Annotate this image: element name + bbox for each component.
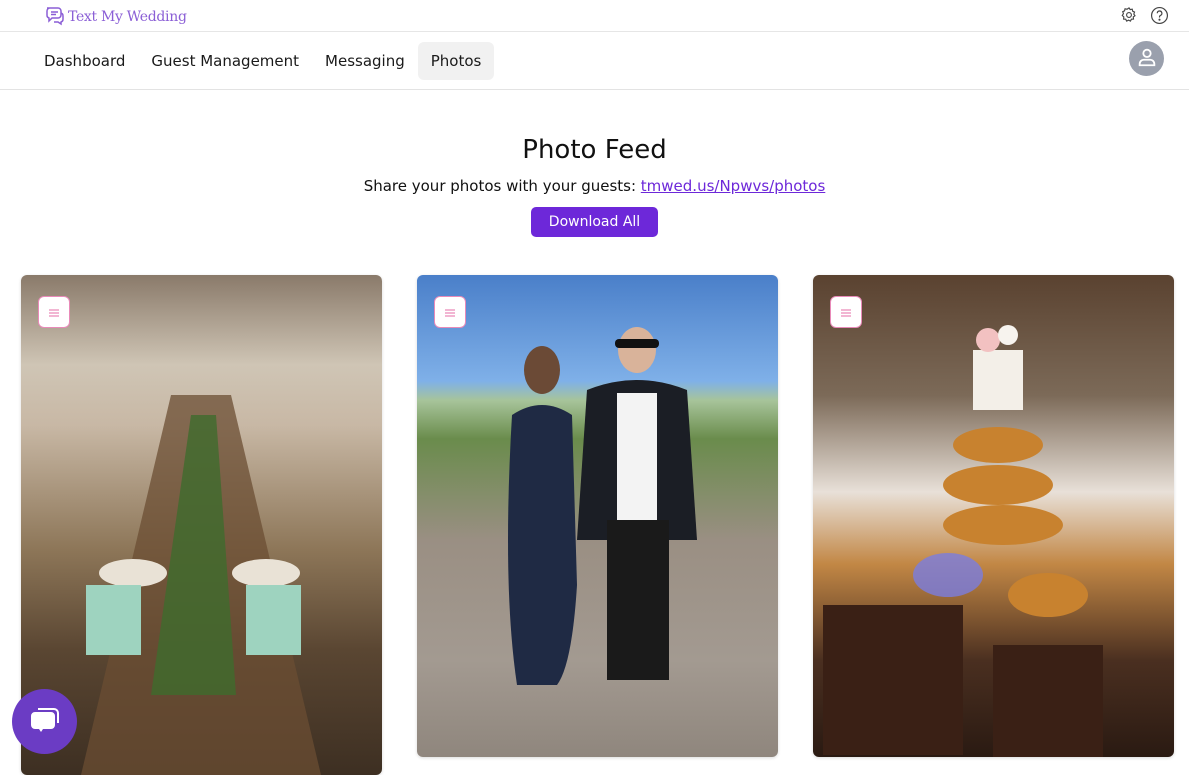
chat-icon xyxy=(29,704,61,740)
logo[interactable]: Text My Wedding xyxy=(44,4,187,30)
photo-grid xyxy=(21,275,1174,775)
share-line: Share your photos with your guests: tmwe… xyxy=(0,177,1189,195)
logo-text: Text My Wedding xyxy=(68,9,187,25)
photo-menu-button[interactable] xyxy=(38,296,70,328)
share-link[interactable]: tmwed.us/Npwvs/photos xyxy=(641,177,826,195)
download-all-button[interactable]: Download All xyxy=(530,207,659,237)
user-icon xyxy=(1136,46,1158,72)
menu-icon xyxy=(48,303,60,322)
photo-card[interactable] xyxy=(813,275,1174,757)
chat-bubbles-logo-icon xyxy=(44,4,66,30)
photo-menu-button[interactable] xyxy=(434,296,466,328)
photo-menu-button[interactable] xyxy=(830,296,862,328)
photo-card[interactable] xyxy=(21,275,382,775)
photo-dessert-table xyxy=(823,325,1103,757)
share-text: Share your photos with your guests: xyxy=(363,177,637,195)
nav-photos[interactable]: Photos xyxy=(417,41,495,80)
nav-messaging[interactable]: Messaging xyxy=(312,42,418,80)
photo-card[interactable] xyxy=(417,275,778,757)
gear-icon[interactable] xyxy=(1119,5,1139,25)
avatar[interactable] xyxy=(1129,41,1164,76)
menu-icon xyxy=(840,303,852,322)
nav-guest-management[interactable]: Guest Management xyxy=(138,42,312,80)
photo-table-setting xyxy=(81,395,321,775)
menu-icon xyxy=(444,303,456,322)
nav-dashboard[interactable]: Dashboard xyxy=(31,42,138,80)
help-icon[interactable] xyxy=(1149,5,1169,25)
page-title: Photo Feed xyxy=(522,135,667,165)
photo-feed-header: Photo Feed Share your photos with your g… xyxy=(0,135,1189,237)
photo-couple xyxy=(508,327,697,685)
top-bar: Text My Wedding xyxy=(0,0,1189,32)
main-nav: Dashboard Guest Management Messaging Pho… xyxy=(0,32,1189,90)
chat-widget-button[interactable] xyxy=(12,689,77,754)
